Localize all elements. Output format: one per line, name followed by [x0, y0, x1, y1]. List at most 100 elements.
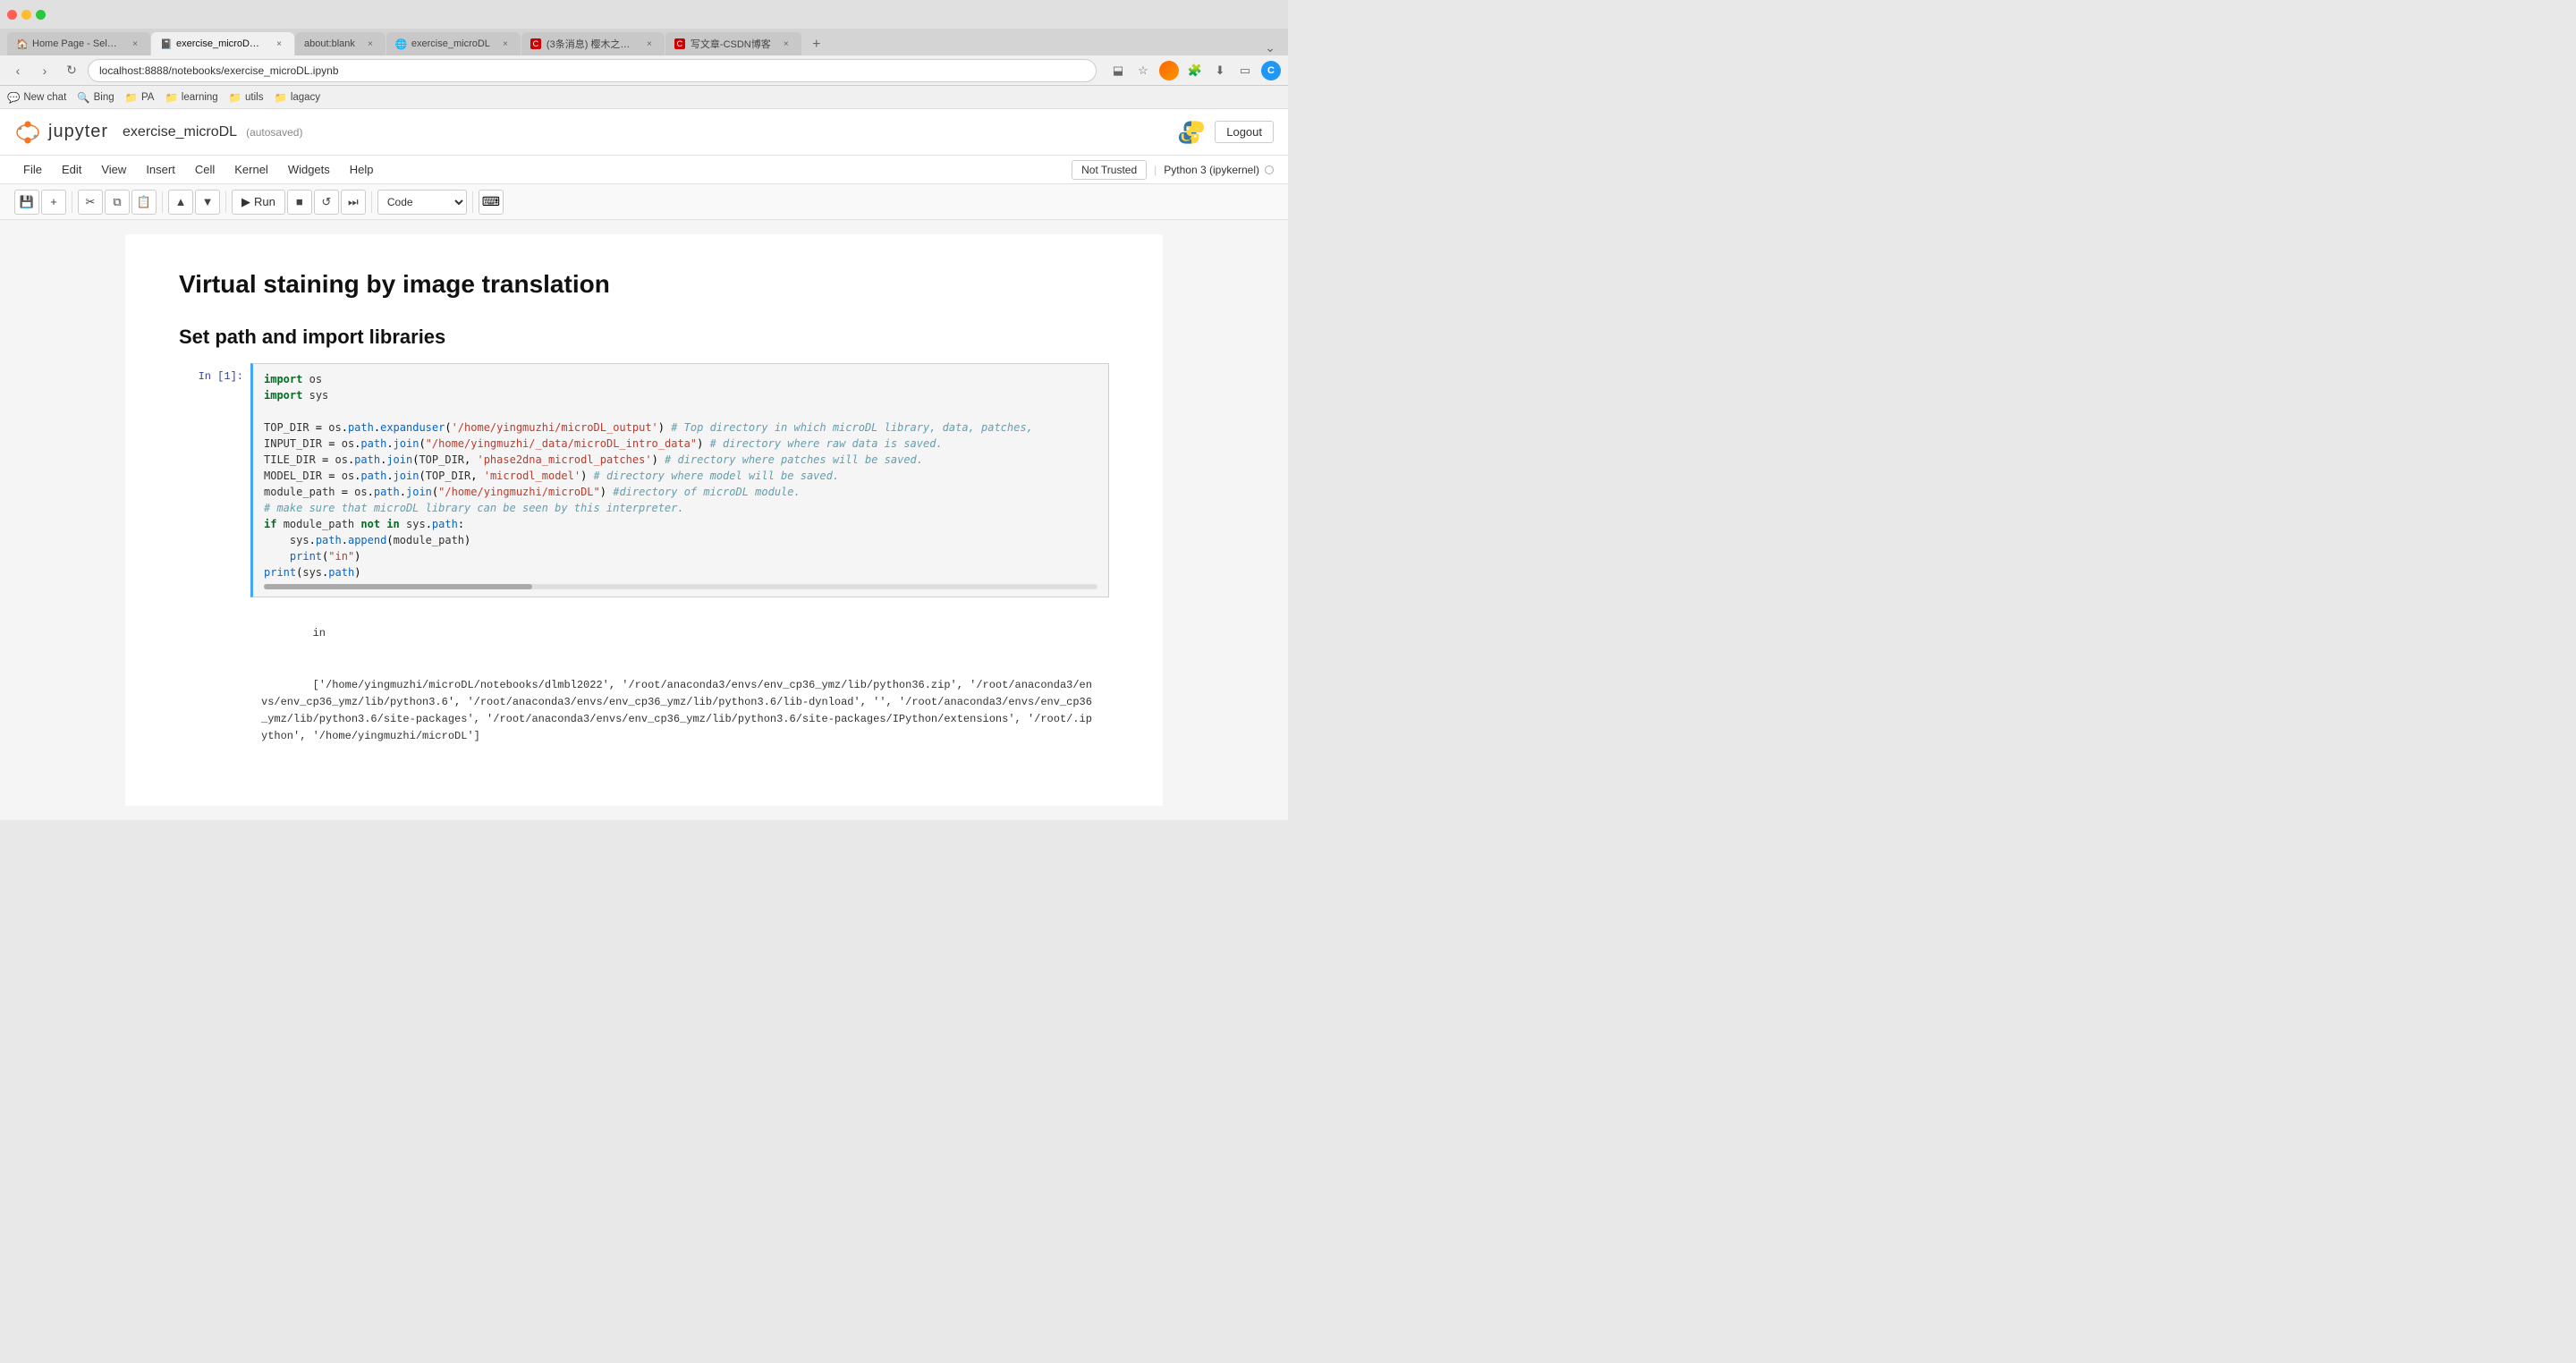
- bookmark-utils[interactable]: 📁 utils: [229, 91, 264, 104]
- code-scrollbar[interactable]: [264, 584, 1097, 589]
- add-cell-button[interactable]: +: [41, 190, 66, 215]
- tab-favicon: C: [530, 38, 541, 49]
- menu-file[interactable]: File: [14, 159, 51, 180]
- copy-cell-button[interactable]: ⧉: [105, 190, 130, 215]
- bookmark-label: Bing: [94, 92, 114, 103]
- tab-close[interactable]: ×: [364, 38, 377, 50]
- forward-button[interactable]: ›: [34, 60, 55, 81]
- bookmark-label: lagacy: [291, 92, 320, 103]
- separator: [225, 191, 226, 213]
- new-tab-button[interactable]: +: [806, 34, 827, 55]
- notebook-title[interactable]: exercise_microDL: [123, 124, 237, 140]
- bookmark-bing[interactable]: 🔍 Bing: [77, 91, 114, 104]
- cell-code-area[interactable]: import os import sys TOP_DIR = os.path.e…: [250, 363, 1109, 597]
- run-icon: ▶: [242, 195, 250, 209]
- url-bar[interactable]: localhost:8888/notebooks/exercise_microD…: [88, 59, 1097, 82]
- bookmark-new-chat[interactable]: 💬 New chat: [7, 91, 66, 104]
- scrollbar-thumb: [264, 584, 532, 589]
- bookmark-folder-icon: 📁: [125, 91, 138, 104]
- tab-label: exercise_microDL: [411, 38, 490, 49]
- toolbar: 💾 + ✂ ⧉ 📋 ▲ ▼ ▶ Run ■ ↺ ⏭ Code Markdown …: [0, 184, 1288, 220]
- bookmark-lagacy[interactable]: 📁 lagacy: [274, 91, 320, 104]
- menu-kernel[interactable]: Kernel: [225, 159, 277, 180]
- tabs-bar: 🏠 Home Page - Select or c... × 📓 exercis…: [0, 29, 1288, 55]
- move-up-button[interactable]: ▲: [168, 190, 193, 215]
- bookmark-learning[interactable]: 📁 learning: [165, 91, 217, 104]
- save-button[interactable]: 💾: [14, 190, 39, 215]
- menu-help[interactable]: Help: [341, 159, 383, 180]
- close-button[interactable]: [7, 10, 17, 20]
- output-line1: in: [313, 627, 326, 639]
- kernel-status: Python 3 (ipykernel): [1164, 164, 1274, 176]
- bookmark-label: PA: [141, 92, 155, 103]
- not-trusted-button[interactable]: Not Trusted: [1072, 160, 1147, 180]
- paste-cell-button[interactable]: 📋: [131, 190, 157, 215]
- kernel-indicator: [1265, 165, 1274, 174]
- tab-csdn2[interactable]: C 写文章-CSDN博客 ×: [665, 32, 801, 55]
- restart-button[interactable]: ↺: [314, 190, 339, 215]
- jupyter-container: jupyter exercise_microDL (autosaved) Log…: [0, 109, 1288, 820]
- move-down-button[interactable]: ▼: [195, 190, 220, 215]
- bookmark-icon: 🔍: [77, 91, 89, 104]
- tab-close[interactable]: ×: [499, 38, 512, 50]
- menu-edit[interactable]: Edit: [53, 159, 90, 180]
- notebook-autosave-status: (autosaved): [246, 126, 302, 139]
- window-controls: [7, 10, 46, 20]
- minimize-button[interactable]: [21, 10, 31, 20]
- bookmark-pa[interactable]: 📁 PA: [125, 91, 155, 104]
- sidebar-icon[interactable]: ▭: [1236, 62, 1254, 80]
- separator: [472, 191, 473, 213]
- tab-close[interactable]: ×: [273, 38, 285, 50]
- menu-cell[interactable]: Cell: [186, 159, 224, 180]
- tab-close[interactable]: ×: [129, 38, 141, 50]
- address-bar: ‹ › ↻ localhost:8888/notebooks/exercise_…: [0, 55, 1288, 86]
- interrupt-button[interactable]: ■: [287, 190, 312, 215]
- browser-chrome: 🏠 Home Page - Select or c... × 📓 exercis…: [0, 0, 1288, 109]
- reload-button[interactable]: ↻: [61, 60, 82, 81]
- tab-home[interactable]: 🏠 Home Page - Select or c... ×: [7, 32, 150, 55]
- title-bar: [0, 0, 1288, 29]
- extensions-icon[interactable]: 🧩: [1186, 62, 1204, 80]
- url-text: localhost:8888/notebooks/exercise_microD…: [99, 64, 339, 77]
- cell-output: in ['/home/yingmuzhi/microDL/notebooks/d…: [250, 601, 1109, 770]
- profile-avatar[interactable]: C: [1261, 61, 1281, 80]
- maximize-button[interactable]: [36, 10, 46, 20]
- bookmark-folder-icon: 📁: [165, 91, 177, 104]
- tab-label: Home Page - Select or c...: [32, 38, 120, 49]
- keyboard-shortcuts-button[interactable]: ⌨: [479, 190, 504, 215]
- menu-widgets[interactable]: Widgets: [279, 159, 339, 180]
- tab-list-button[interactable]: ⌄: [1259, 40, 1281, 55]
- menu-view[interactable]: View: [92, 159, 135, 180]
- run-label: Run: [254, 195, 275, 208]
- bookmarks-bar: 💬 New chat 🔍 Bing 📁 PA 📁 learning 📁 util…: [0, 86, 1288, 109]
- cut-cell-button[interactable]: ✂: [78, 190, 103, 215]
- back-button[interactable]: ‹: [7, 60, 29, 81]
- tab-close[interactable]: ×: [643, 38, 656, 50]
- separator: [162, 191, 163, 213]
- python-logo-icon: [1179, 120, 1204, 145]
- download-icon[interactable]: ⬇: [1211, 62, 1229, 80]
- logout-button[interactable]: Logout: [1215, 121, 1274, 143]
- firefox-icon: [1159, 61, 1179, 80]
- run-button[interactable]: ▶ Run: [232, 190, 285, 215]
- restart-run-button[interactable]: ⏭: [341, 190, 366, 215]
- star-icon[interactable]: ☆: [1134, 62, 1152, 80]
- cell-type-select[interactable]: Code Markdown Raw NBConvert: [377, 190, 467, 215]
- kernel-label: Python 3 (ipykernel): [1164, 164, 1259, 176]
- tab-csdn1[interactable]: C (3条消息) 樱木之的博客_C... ×: [521, 32, 665, 55]
- tab-close[interactable]: ×: [780, 38, 792, 50]
- screenshot-icon[interactable]: ⬓: [1109, 62, 1127, 80]
- cell-label: In [1]:: [179, 363, 250, 597]
- tab-exercise[interactable]: 📓 exercise_microDL - Jupyt... ×: [151, 32, 294, 55]
- tab-microdl[interactable]: 🌐 exercise_microDL ×: [386, 32, 521, 55]
- tab-label: exercise_microDL - Jupyt...: [176, 38, 264, 49]
- jupyter-logo-svg: [14, 119, 41, 146]
- code-cell-1: In [1]: import os import sys TOP_DIR = o…: [179, 363, 1109, 597]
- tab-blank[interactable]: about:blank ×: [295, 32, 386, 55]
- separator: [371, 191, 372, 213]
- menu-insert[interactable]: Insert: [137, 159, 184, 180]
- notebook-main-title: Virtual staining by image translation: [179, 270, 1109, 299]
- tab-label: (3条消息) 樱木之的博客_C...: [547, 37, 634, 51]
- bookmark-label: utils: [245, 92, 263, 103]
- cell-code: import os import sys TOP_DIR = os.path.e…: [264, 371, 1097, 580]
